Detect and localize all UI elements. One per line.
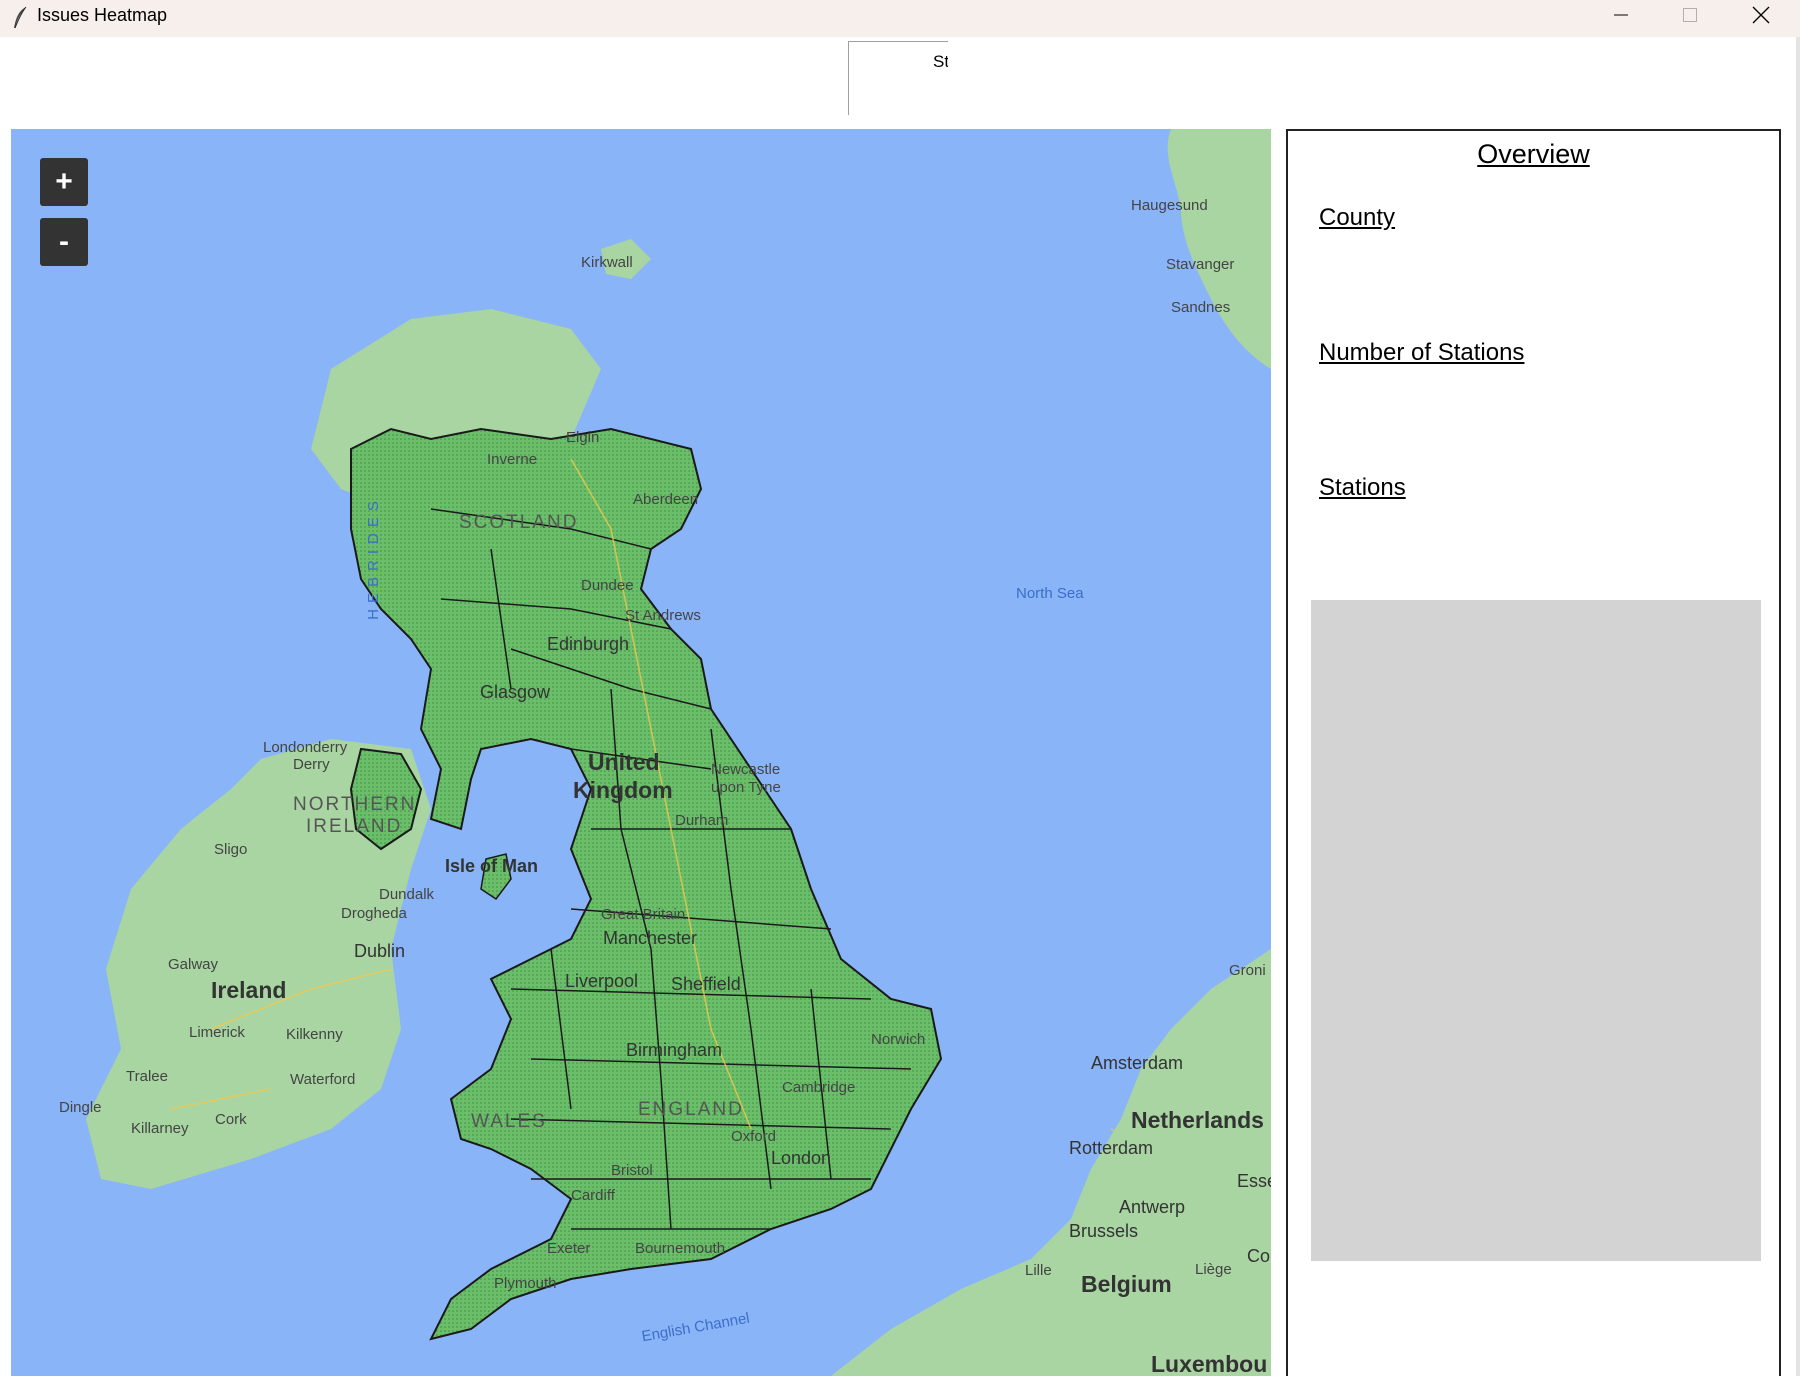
map-label-tralee: Tralee — [126, 1068, 168, 1085]
close-icon — [1752, 6, 1770, 24]
map-label-londonderry: Londonderry — [263, 739, 348, 756]
map-label-sligo: Sligo — [214, 841, 248, 858]
map-label-groningen: Groni — [1229, 962, 1266, 979]
map-label-essen: Esse — [1237, 1171, 1271, 1191]
map-label-dundalk: Dundalk — [379, 886, 435, 903]
maximize-icon — [1683, 8, 1697, 22]
stations-label: Stations — [1319, 474, 1406, 501]
close-button[interactable] — [1726, 0, 1796, 30]
map-label-exeter: Exeter — [547, 1240, 591, 1257]
map-label-st-andrews: St Andrews — [625, 607, 701, 624]
map-label-bournemouth: Bournemouth — [635, 1240, 726, 1257]
map-label-plymouth: Plymouth — [494, 1275, 557, 1292]
map-label-england: ENGLAND — [638, 1099, 744, 1120]
map-label-north-sea: North Sea — [1016, 585, 1084, 602]
map-label-hebrides: HEBRIDES — [364, 495, 382, 620]
map-label-amsterdam: Amsterdam — [1091, 1053, 1184, 1073]
map-label-dingle: Dingle — [59, 1099, 102, 1116]
map-label-ireland: Ireland — [211, 977, 287, 1003]
map-label-limerick: Limerick — [189, 1024, 245, 1041]
map-label-brussels: Brussels — [1069, 1221, 1139, 1241]
map-label-liege: Liège — [1195, 1261, 1232, 1278]
number-of-stations-label: Number of Stations — [1319, 339, 1525, 366]
maximize-button[interactable] — [1655, 0, 1725, 30]
map-label-belgium: Belgium — [1081, 1271, 1172, 1297]
map-label-scotland: SCOTLAND — [459, 512, 579, 533]
map-label-great-britain: Great Britain — [601, 906, 686, 923]
map-label-birmingham: Birmingham — [626, 1040, 723, 1060]
map-label-aberdeen: Aberdeen — [633, 491, 699, 508]
map-label-glasgow: Glasgow — [480, 682, 551, 702]
map-label-haugesund: Haugesund — [1131, 197, 1208, 214]
zoom-in-button[interactable]: + — [40, 158, 88, 206]
map-label-stavanger: Stavanger — [1166, 256, 1235, 273]
overview-chart-area — [1311, 600, 1761, 1261]
map-label-liverpool: Liverpool — [565, 971, 639, 991]
overview-title: Overview — [1477, 139, 1590, 169]
map-label-drogheda: Drogheda — [341, 905, 407, 922]
minimize-button[interactable] — [1586, 0, 1656, 30]
great-britain-region — [350, 427, 943, 1341]
map-label-isle-of-man: Isle of Man — [445, 856, 539, 876]
map-label-antwerp: Antwerp — [1119, 1197, 1186, 1217]
norway-land — [1167, 129, 1271, 369]
map-label-inverness: Inverne — [487, 451, 538, 468]
map-view[interactable]: + - Haugesund Stavanger Sandnes Kirkwall… — [11, 129, 1271, 1376]
map-label-cologne: Co — [1247, 1246, 1271, 1266]
zoom-out-button[interactable]: - — [40, 218, 88, 266]
map-label-lille: Lille — [1025, 1262, 1052, 1279]
map-label-kingdom: Kingdom — [573, 777, 673, 803]
selector-label: St — [933, 52, 948, 71]
map-label-norwich: Norwich — [871, 1031, 926, 1048]
map-label-bristol: Bristol — [611, 1162, 653, 1179]
map-label-united: United — [588, 749, 660, 775]
map-label-manchester: Manchester — [603, 928, 698, 948]
map-label-killarney: Killarney — [131, 1120, 189, 1137]
map-label-newcastle: Newcastle — [711, 761, 781, 778]
map-label-kilkenny: Kilkenny — [286, 1026, 343, 1043]
map-label-netherlands: Netherlands — [1131, 1107, 1264, 1133]
title-bar: Issues Heatmap — [0, 0, 1800, 37]
map-label-dublin: Dublin — [354, 941, 406, 961]
map-label-ireland-region: IRELAND — [306, 816, 403, 837]
map-label-edinburgh: Edinburgh — [547, 634, 630, 654]
map-label-rotterdam: Rotterdam — [1069, 1138, 1154, 1158]
feather-icon — [14, 6, 27, 29]
map-label-derry: Derry — [293, 756, 330, 773]
map-label-northern: NORTHERN — [293, 794, 417, 815]
minimize-icon — [1614, 14, 1628, 16]
map-label-upon-tyne: upon Tyne — [711, 779, 781, 796]
right-edge — [1796, 37, 1800, 1376]
map-label-london: London — [771, 1148, 832, 1168]
map-label-elgin: Elgin — [566, 429, 600, 446]
map-label-waterford: Waterford — [290, 1071, 356, 1088]
county-label: County — [1319, 204, 1396, 231]
map-label-cambridge: Cambridge — [782, 1079, 856, 1096]
map-label-cardiff: Cardiff — [571, 1187, 615, 1204]
map-label-cork: Cork — [215, 1111, 247, 1128]
map-label-kirkwall: Kirkwall — [581, 254, 633, 271]
map-label-dundee: Dundee — [581, 577, 634, 594]
selector-dropdown[interactable]: St — [848, 41, 948, 115]
window-title: Issues Heatmap — [37, 5, 168, 25]
map-label-sandnes: Sandnes — [1171, 299, 1231, 316]
map-label-durham: Durham — [675, 812, 729, 829]
map-label-wales: WALES — [471, 1111, 547, 1132]
map-label-oxford: Oxford — [731, 1128, 777, 1145]
map-label-galway: Galway — [168, 956, 219, 973]
map-label-sheffield: Sheffield — [671, 974, 741, 994]
overview-panel: Overview County Number of Stations Stati… — [1286, 129, 1781, 1376]
map-label-luxembourg: Luxembou — [1151, 1351, 1268, 1376]
